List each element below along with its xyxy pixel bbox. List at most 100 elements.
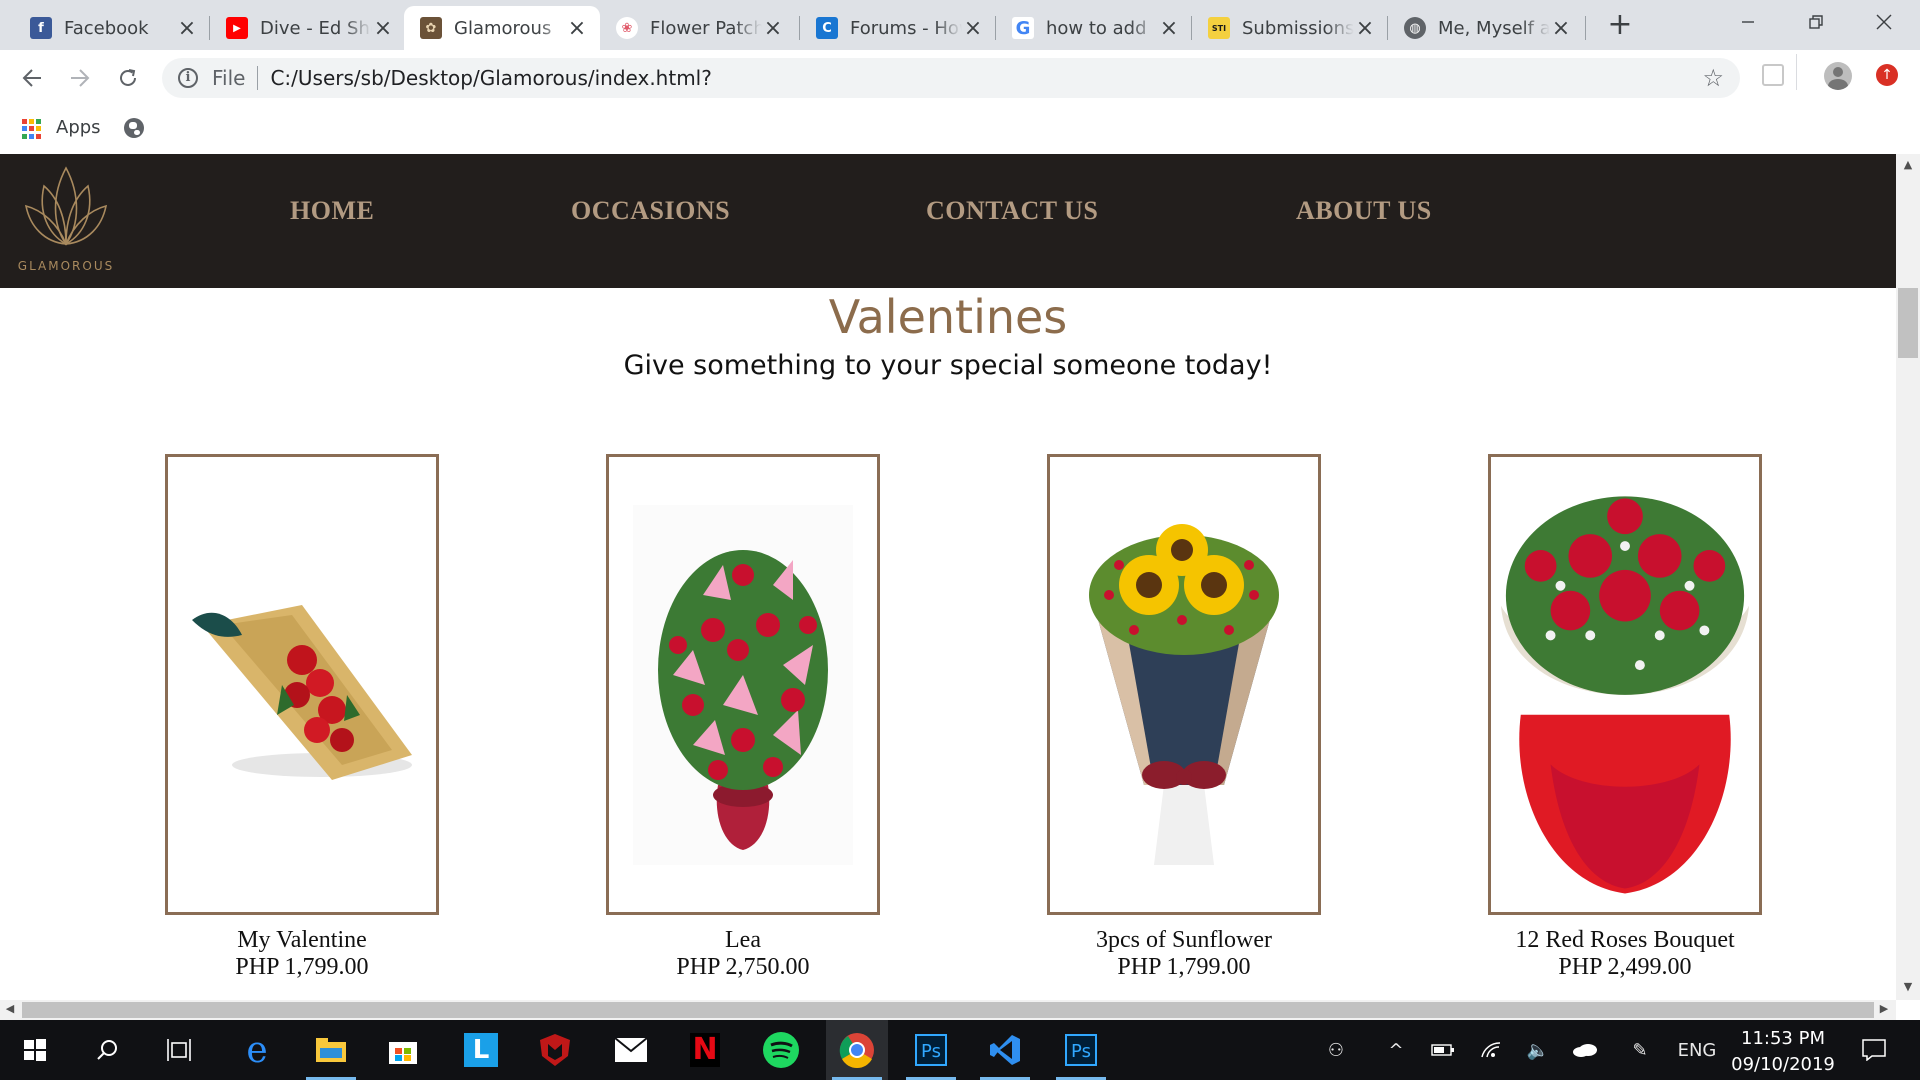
product-card[interactable]: My Valentine PHP 1,799.00: [165, 454, 439, 981]
product-price: PHP 2,499.00: [1558, 954, 1692, 980]
taskbar-store[interactable]: [372, 1020, 434, 1080]
product-price: PHP 2,750.00: [676, 954, 810, 980]
mcafee-shield-icon: [540, 1034, 570, 1066]
close-icon[interactable]: ×: [372, 16, 394, 41]
scrollbar-thumb[interactable]: [22, 1002, 1874, 1018]
profile-avatar[interactable]: [1824, 62, 1852, 90]
action-center-button[interactable]: [1852, 1020, 1896, 1080]
product-image-frame[interactable]: [1047, 454, 1321, 915]
address-bar[interactable]: i File C:/Users/sb/Desktop/Glamorous/ind…: [162, 58, 1740, 98]
product-card[interactable]: 12 Red Roses Bouquet PHP 2,499.00: [1488, 454, 1762, 981]
tab-flower-patch[interactable]: ❀ Flower Patch ×: [600, 6, 796, 50]
product-name[interactable]: 12 Red Roses Bouquet: [1488, 927, 1762, 954]
globe-icon: ◍: [1404, 17, 1426, 39]
volume-icon[interactable]: 🔈: [1520, 1020, 1556, 1080]
tab-facebook[interactable]: f Facebook ×: [14, 6, 210, 50]
product-image-frame[interactable]: [1488, 454, 1762, 915]
people-icon[interactable]: ⚇: [1316, 1020, 1356, 1080]
product-name[interactable]: My Valentine: [165, 927, 439, 954]
battery-icon[interactable]: [1424, 1020, 1462, 1080]
close-icon[interactable]: ×: [566, 16, 588, 41]
taskbar-photoshop[interactable]: Ps: [900, 1020, 962, 1080]
product-image-frame[interactable]: [165, 454, 439, 915]
wifi-icon[interactable]: [1472, 1020, 1510, 1080]
scroll-left-icon[interactable]: ◀: [0, 1002, 20, 1015]
scrollbar-thumb[interactable]: [1898, 288, 1918, 358]
product-name[interactable]: Lea: [606, 927, 880, 954]
tab-me-myself[interactable]: ◍ Me, Myself and ×: [1388, 6, 1584, 50]
reload-button[interactable]: [110, 60, 146, 96]
info-icon[interactable]: i: [178, 68, 198, 88]
minimize-button[interactable]: [1715, 0, 1781, 44]
l-app-icon: L: [464, 1033, 498, 1067]
product-card[interactable]: 3pcs of Sunflower PHP 1,799.00: [1047, 454, 1321, 981]
bookmark-star-icon[interactable]: ☆: [1702, 64, 1724, 92]
site-logo[interactable]: GLAMOROUS: [14, 154, 118, 288]
language-indicator[interactable]: ENG: [1672, 1020, 1722, 1080]
taskbar-file-explorer[interactable]: [300, 1020, 362, 1080]
globe-icon[interactable]: [124, 118, 144, 138]
tab-submissions[interactable]: STI Submissions ×: [1192, 6, 1388, 50]
scroll-right-icon[interactable]: ▶: [1874, 1002, 1894, 1015]
apps-bookmark[interactable]: Apps: [56, 117, 101, 138]
youtube-icon: ▶: [226, 17, 248, 39]
product-card[interactable]: Lea PHP 2,750.00: [606, 454, 880, 981]
horizontal-scrollbar[interactable]: ◀ ▶: [0, 1000, 1896, 1020]
back-button[interactable]: [14, 60, 50, 96]
taskbar-netflix[interactable]: N: [674, 1020, 736, 1080]
tab-forums[interactable]: C Forums - How ×: [800, 6, 996, 50]
taskbar: e L N Ps Ps ⚇ ^ 🔈 ✎ ENG 11:53 PM 09/10/2…: [0, 1020, 1920, 1080]
chevron-up-icon[interactable]: ^: [1378, 1020, 1414, 1080]
search-button[interactable]: [76, 1020, 138, 1080]
taskbar-edge[interactable]: e: [226, 1020, 288, 1080]
tab-glamorous[interactable]: ✿ Glamorous ×: [404, 6, 600, 50]
product-image-frame[interactable]: [606, 454, 880, 915]
store-icon: [389, 1042, 417, 1064]
tab-separator: [1585, 16, 1586, 40]
vertical-scrollbar[interactable]: ▲ ▼: [1896, 154, 1920, 1000]
close-icon[interactable]: ×: [1158, 16, 1180, 41]
onedrive-icon[interactable]: [1566, 1020, 1604, 1080]
url-scheme: File: [212, 66, 246, 90]
nav-home[interactable]: HOME: [290, 196, 374, 226]
taskbar-lync[interactable]: L: [450, 1020, 512, 1080]
restore-button[interactable]: [1783, 0, 1849, 44]
page-title: Valentines: [828, 290, 1068, 344]
forward-button[interactable]: [62, 60, 98, 96]
close-window-button[interactable]: [1851, 0, 1917, 44]
windows-icon: [24, 1039, 46, 1061]
close-icon[interactable]: ×: [176, 16, 198, 41]
close-icon[interactable]: ×: [962, 16, 984, 41]
task-view-button[interactable]: [148, 1020, 210, 1080]
taskbar-photoshop-2[interactable]: Ps: [1050, 1020, 1112, 1080]
pen-icon[interactable]: ✎: [1620, 1020, 1660, 1080]
product-name[interactable]: 3pcs of Sunflower: [1047, 927, 1321, 954]
nav-occasions[interactable]: OCCASIONS: [571, 196, 730, 226]
extension-icon[interactable]: [1762, 64, 1784, 86]
page-subtitle: Give something to your special someone t…: [623, 350, 1273, 381]
new-tab-button[interactable]: +: [1604, 10, 1636, 42]
red-roses-bouquet-image: [1500, 495, 1750, 893]
scroll-up-icon[interactable]: ▲: [1896, 158, 1920, 178]
taskbar-mail[interactable]: [600, 1020, 662, 1080]
minimize-icon: [1742, 21, 1754, 23]
tab-youtube[interactable]: ▶ Dive - Ed Sheeran ×: [210, 6, 406, 50]
apps-icon[interactable]: [22, 119, 42, 139]
nav-contact-us[interactable]: CONTACT US: [926, 196, 1098, 226]
close-icon[interactable]: ×: [1550, 16, 1572, 41]
url-text[interactable]: C:/Users/sb/Desktop/Glamorous/index.html…: [270, 66, 711, 90]
start-button[interactable]: [4, 1020, 66, 1080]
photoshop-icon: Ps: [1065, 1034, 1097, 1066]
tab-google-search[interactable]: G how to add ×: [996, 6, 1192, 50]
update-icon[interactable]: ↑: [1876, 64, 1898, 86]
divider: [1796, 54, 1797, 90]
taskbar-clock[interactable]: 11:53 PM 09/10/2019: [1720, 1026, 1846, 1078]
nav-about-us[interactable]: ABOUT US: [1296, 196, 1432, 226]
scroll-down-icon[interactable]: ▼: [1896, 980, 1920, 1000]
taskbar-chrome[interactable]: [826, 1020, 888, 1080]
close-icon[interactable]: ×: [1354, 16, 1376, 41]
taskbar-spotify[interactable]: [750, 1020, 812, 1080]
close-icon[interactable]: ×: [762, 16, 784, 41]
taskbar-mcafee[interactable]: [524, 1020, 586, 1080]
taskbar-vscode[interactable]: [974, 1020, 1036, 1080]
